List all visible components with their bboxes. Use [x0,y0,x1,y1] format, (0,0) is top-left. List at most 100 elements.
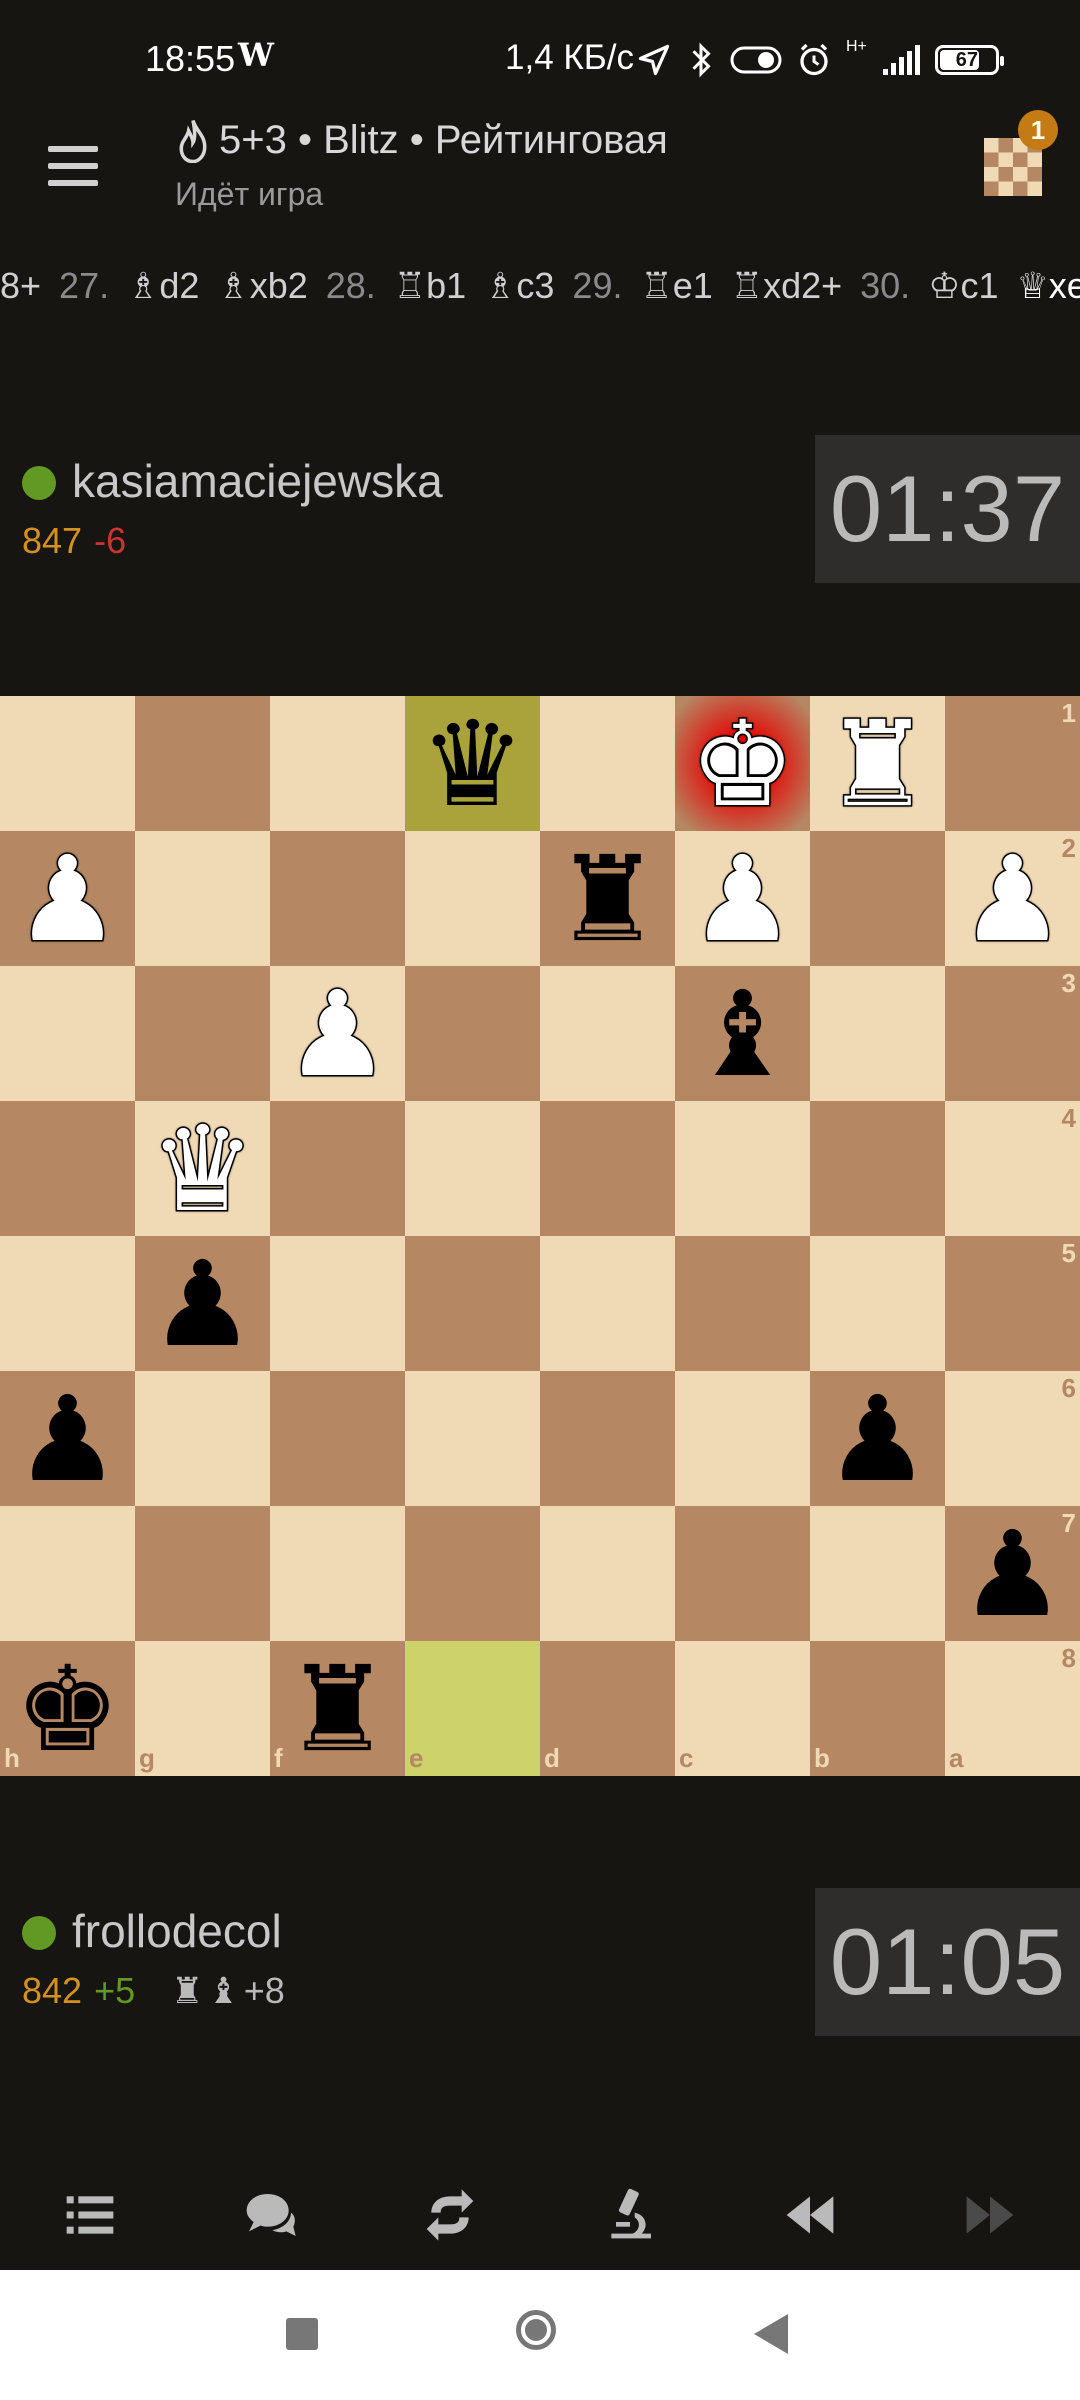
square-e8[interactable]: e [405,1641,540,1776]
square-e5[interactable] [405,1236,540,1371]
square-d4[interactable] [540,1101,675,1236]
white-pawn-icon[interactable]: ♟ [283,973,392,1094]
square-c4[interactable] [675,1101,810,1236]
black-pawn-icon[interactable]: ♟ [825,1380,931,1498]
square-b2[interactable] [810,831,945,966]
square-g2[interactable] [135,831,270,966]
square-e1[interactable]: ♛ [405,696,540,831]
white-pawn-icon[interactable]: ♟ [688,838,797,959]
square-a8[interactable]: 8a [945,1641,1080,1776]
square-f6[interactable] [270,1371,405,1506]
square-b4[interactable] [810,1101,945,1236]
square-g1[interactable] [135,696,270,831]
back-icon[interactable] [754,2314,788,2354]
square-d2[interactable]: ♜ [540,831,675,966]
square-d8[interactable]: d [540,1641,675,1776]
previous-move-button[interactable] [720,2160,900,2270]
flip-board-button[interactable] [360,2160,540,2270]
opponent-name[interactable]: kasiamaciejewska [72,454,443,508]
square-a6[interactable]: 6 [945,1371,1080,1506]
square-d3[interactable] [540,966,675,1101]
square-d7[interactable] [540,1506,675,1641]
recent-apps-icon[interactable] [286,2318,318,2350]
square-f3[interactable]: ♟ [270,966,405,1101]
black-bishop-icon[interactable]: ♝ [690,975,796,1093]
move-list[interactable]: 8+ 27. ♗d2 ♗xb2 28. ♖b1 ♗c3 29. ♖e1 ♖xd2+ 30. ♔c1 ♕x… [0,258,1080,314]
square-a5[interactable]: 5 [945,1236,1080,1371]
white-queen-icon[interactable]: ♛ [148,1108,257,1229]
move-item[interactable]: ♕xe1# [1016,265,1080,307]
square-c6[interactable] [675,1371,810,1506]
move-item[interactable]: ♖xd2+ [731,265,842,307]
move-item[interactable]: ♗d2 [127,265,199,307]
white-pawn-icon[interactable]: ♟ [958,838,1067,959]
player-name[interactable]: frollodecol [72,1904,282,1958]
move-item[interactable]: ♖e1 [640,265,712,307]
square-h7[interactable] [0,1506,135,1641]
white-rook-icon[interactable]: ♜ [823,703,932,824]
square-b6[interactable]: ♟ [810,1371,945,1506]
chess-board[interactable]: ♛ ♚ ♜ 1 ♟ ♜ ♟ ♟ 2 ♟ ♝ 3 ♛ 4 ♟ 5 ♟ ♟ 6 ♟ 7 ♚ h g ♜ f e d c b 8 a [0,696,1080,1776]
square-h5[interactable] [0,1236,135,1371]
square-a3[interactable]: 3 [945,966,1080,1101]
square-b7[interactable] [810,1506,945,1641]
square-f2[interactable] [270,831,405,966]
square-f7[interactable] [270,1506,405,1641]
square-g6[interactable] [135,1371,270,1506]
square-c1[interactable]: ♚ [675,696,810,831]
square-c5[interactable] [675,1236,810,1371]
square-c7[interactable] [675,1506,810,1641]
square-c3[interactable]: ♝ [675,966,810,1101]
square-c8[interactable]: c [675,1641,810,1776]
move-item[interactable]: ♗xb2 [217,265,307,307]
square-h3[interactable] [0,966,135,1101]
square-a1[interactable]: 1 [945,696,1080,831]
square-h4[interactable] [0,1101,135,1236]
square-a4[interactable]: 4 [945,1101,1080,1236]
square-h1[interactable] [0,696,135,831]
black-queen-icon[interactable]: ♛ [420,705,526,823]
black-rook-icon[interactable]: ♜ [285,1650,391,1768]
square-b8[interactable]: b [810,1641,945,1776]
square-h6[interactable]: ♟ [0,1371,135,1506]
square-c2[interactable]: ♟ [675,831,810,966]
black-pawn-icon[interactable]: ♟ [150,1245,256,1363]
square-f8[interactable]: ♜ f [270,1641,405,1776]
square-g5[interactable]: ♟ [135,1236,270,1371]
square-e6[interactable] [405,1371,540,1506]
square-a7[interactable]: ♟ 7 [945,1506,1080,1641]
square-h8[interactable]: ♚ h [0,1641,135,1776]
moves-list-button[interactable] [0,2160,180,2270]
square-g3[interactable] [135,966,270,1101]
square-g4[interactable]: ♛ [135,1101,270,1236]
square-d1[interactable] [540,696,675,831]
white-pawn-icon[interactable]: ♟ [13,838,122,959]
home-icon[interactable] [516,2310,556,2350]
square-e7[interactable] [405,1506,540,1641]
move-item[interactable]: ♔c1 [928,265,998,307]
black-pawn-icon[interactable]: ♟ [15,1380,121,1498]
square-g8[interactable]: g [135,1641,270,1776]
square-h2[interactable]: ♟ [0,831,135,966]
move-item[interactable]: ♗c3 [484,265,554,307]
black-king-icon[interactable]: ♚ [15,1650,121,1768]
square-e3[interactable] [405,966,540,1101]
black-rook-icon[interactable]: ♜ [555,840,661,958]
move-item[interactable]: ♖b1 [394,265,466,307]
square-g7[interactable] [135,1506,270,1641]
white-king-icon[interactable]: ♚ [688,703,797,824]
hamburger-menu-icon[interactable] [48,146,98,186]
square-d5[interactable] [540,1236,675,1371]
analysis-button[interactable] [540,2160,720,2270]
square-d6[interactable] [540,1371,675,1506]
square-b3[interactable] [810,966,945,1101]
square-f4[interactable] [270,1101,405,1236]
next-move-button[interactable] [900,2160,1080,2270]
square-b5[interactable] [810,1236,945,1371]
square-f5[interactable] [270,1236,405,1371]
square-a2[interactable]: ♟ 2 [945,831,1080,966]
chat-button[interactable] [180,2160,360,2270]
square-f1[interactable] [270,696,405,831]
move-item[interactable]: 8+ [0,265,41,307]
black-pawn-icon[interactable]: ♟ [960,1515,1066,1633]
